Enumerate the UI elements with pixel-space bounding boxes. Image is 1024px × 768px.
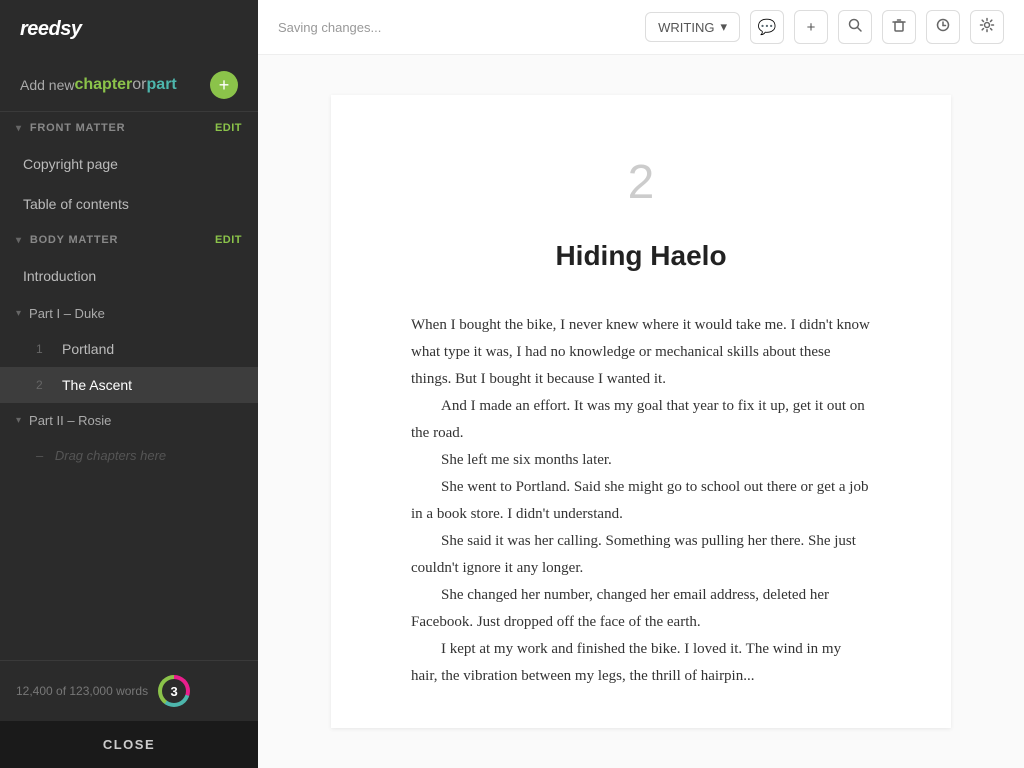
part2-chevron: ▾ (16, 415, 21, 426)
editor-content: 2 Hiding Haelo When I bought the bike, I… (331, 95, 951, 728)
part1-label: Part I – Duke (29, 306, 105, 321)
chapter-the-ascent[interactable]: 2 The Ascent (0, 367, 258, 403)
progress-badge: 3 (158, 675, 190, 707)
body-paragraph: When I bought the bike, I never knew whe… (411, 312, 871, 393)
saving-status: Saving changes... (278, 20, 635, 35)
chapter-title: Hiding Haelo (411, 240, 871, 272)
close-button[interactable]: CLOSE (0, 721, 258, 768)
add-part-link[interactable]: part (147, 76, 177, 94)
sidebar-item-toc[interactable]: Table of contents (0, 184, 258, 224)
body-matter-edit[interactable]: EDIT (215, 234, 242, 246)
chapter-portland[interactable]: 1 Portland (0, 331, 258, 367)
chapter-portland-num: 1 (36, 342, 54, 356)
writing-dropdown-chevron: ▾ (720, 19, 727, 35)
comment-icon: 💬 (758, 18, 777, 36)
add-new-chapter-bar[interactable]: Add new chapter or part + (0, 59, 258, 112)
search-icon (847, 17, 863, 37)
add-button[interactable]: + (794, 10, 828, 44)
body-paragraph: And I made an effort. It was my goal tha… (411, 393, 871, 447)
chapter-ascent-label: The Ascent (62, 377, 132, 393)
badge-number: 3 (162, 679, 186, 703)
chapter-body[interactable]: When I bought the bike, I never knew whe… (411, 312, 871, 690)
part2-label: Part II – Rosie (29, 413, 111, 428)
main-area: Saving changes... WRITING ▾ 💬 + (258, 0, 1024, 768)
add-new-label: Add new (20, 77, 74, 93)
add-new-plus-button[interactable]: + (210, 71, 238, 99)
body-matter-label: BODY MATTER (30, 234, 118, 246)
settings-icon (979, 17, 995, 37)
part1-header[interactable]: ▾ Part I – Duke (0, 296, 258, 331)
comment-button[interactable]: 💬 (750, 10, 784, 44)
writing-mode-dropdown[interactable]: WRITING ▾ (645, 12, 740, 42)
front-matter-header[interactable]: ▾ FRONT MATTER EDIT (0, 112, 258, 144)
front-matter-label: FRONT MATTER (30, 122, 126, 134)
editor-area[interactable]: 2 Hiding Haelo When I bought the bike, I… (258, 55, 1024, 768)
body-paragraph: She changed her number, changed her emai… (411, 582, 871, 636)
trash-button[interactable] (882, 10, 916, 44)
part2-header[interactable]: ▾ Part II – Rosie (0, 403, 258, 438)
sidebar-footer: 12,400 of 123,000 words 3 (0, 660, 258, 721)
sidebar-item-copyright[interactable]: Copyright page (0, 144, 258, 184)
add-new-or: or (132, 76, 146, 94)
search-button[interactable] (838, 10, 872, 44)
sidebar-item-introduction[interactable]: Introduction (0, 256, 258, 296)
toolbar: Saving changes... WRITING ▾ 💬 + (258, 0, 1024, 55)
sidebar: reedsy Add new chapter or part + ▾ FRONT… (0, 0, 258, 768)
app-logo: reedsy (0, 0, 258, 59)
body-paragraph: She went to Portland. Said she might go … (411, 474, 871, 528)
body-matter-header[interactable]: ▾ BODY MATTER EDIT (0, 224, 258, 256)
body-paragraph: She left me six months later. (411, 447, 871, 474)
history-button[interactable] (926, 10, 960, 44)
body-paragraph: She said it was her calling. Something w… (411, 528, 871, 582)
body-matter-chevron: ▾ (16, 235, 22, 246)
add-chapter-link[interactable]: chapter (74, 76, 132, 94)
front-matter-chevron: ▾ (16, 123, 22, 134)
history-icon (935, 17, 951, 37)
plus-icon: + (807, 19, 816, 36)
drag-chapters-placeholder: – Drag chapters here (0, 438, 258, 473)
front-matter-edit[interactable]: EDIT (215, 122, 242, 134)
body-paragraph: I kept at my work and finished the bike.… (411, 636, 871, 690)
chapter-portland-label: Portland (62, 341, 114, 357)
part1-chevron: ▾ (16, 308, 21, 319)
word-count: 12,400 of 123,000 words (16, 684, 148, 698)
settings-button[interactable] (970, 10, 1004, 44)
chapter-ascent-num: 2 (36, 378, 54, 392)
chapter-number: 2 (411, 155, 871, 210)
trash-icon (891, 17, 907, 37)
writing-mode-label: WRITING (658, 20, 714, 35)
